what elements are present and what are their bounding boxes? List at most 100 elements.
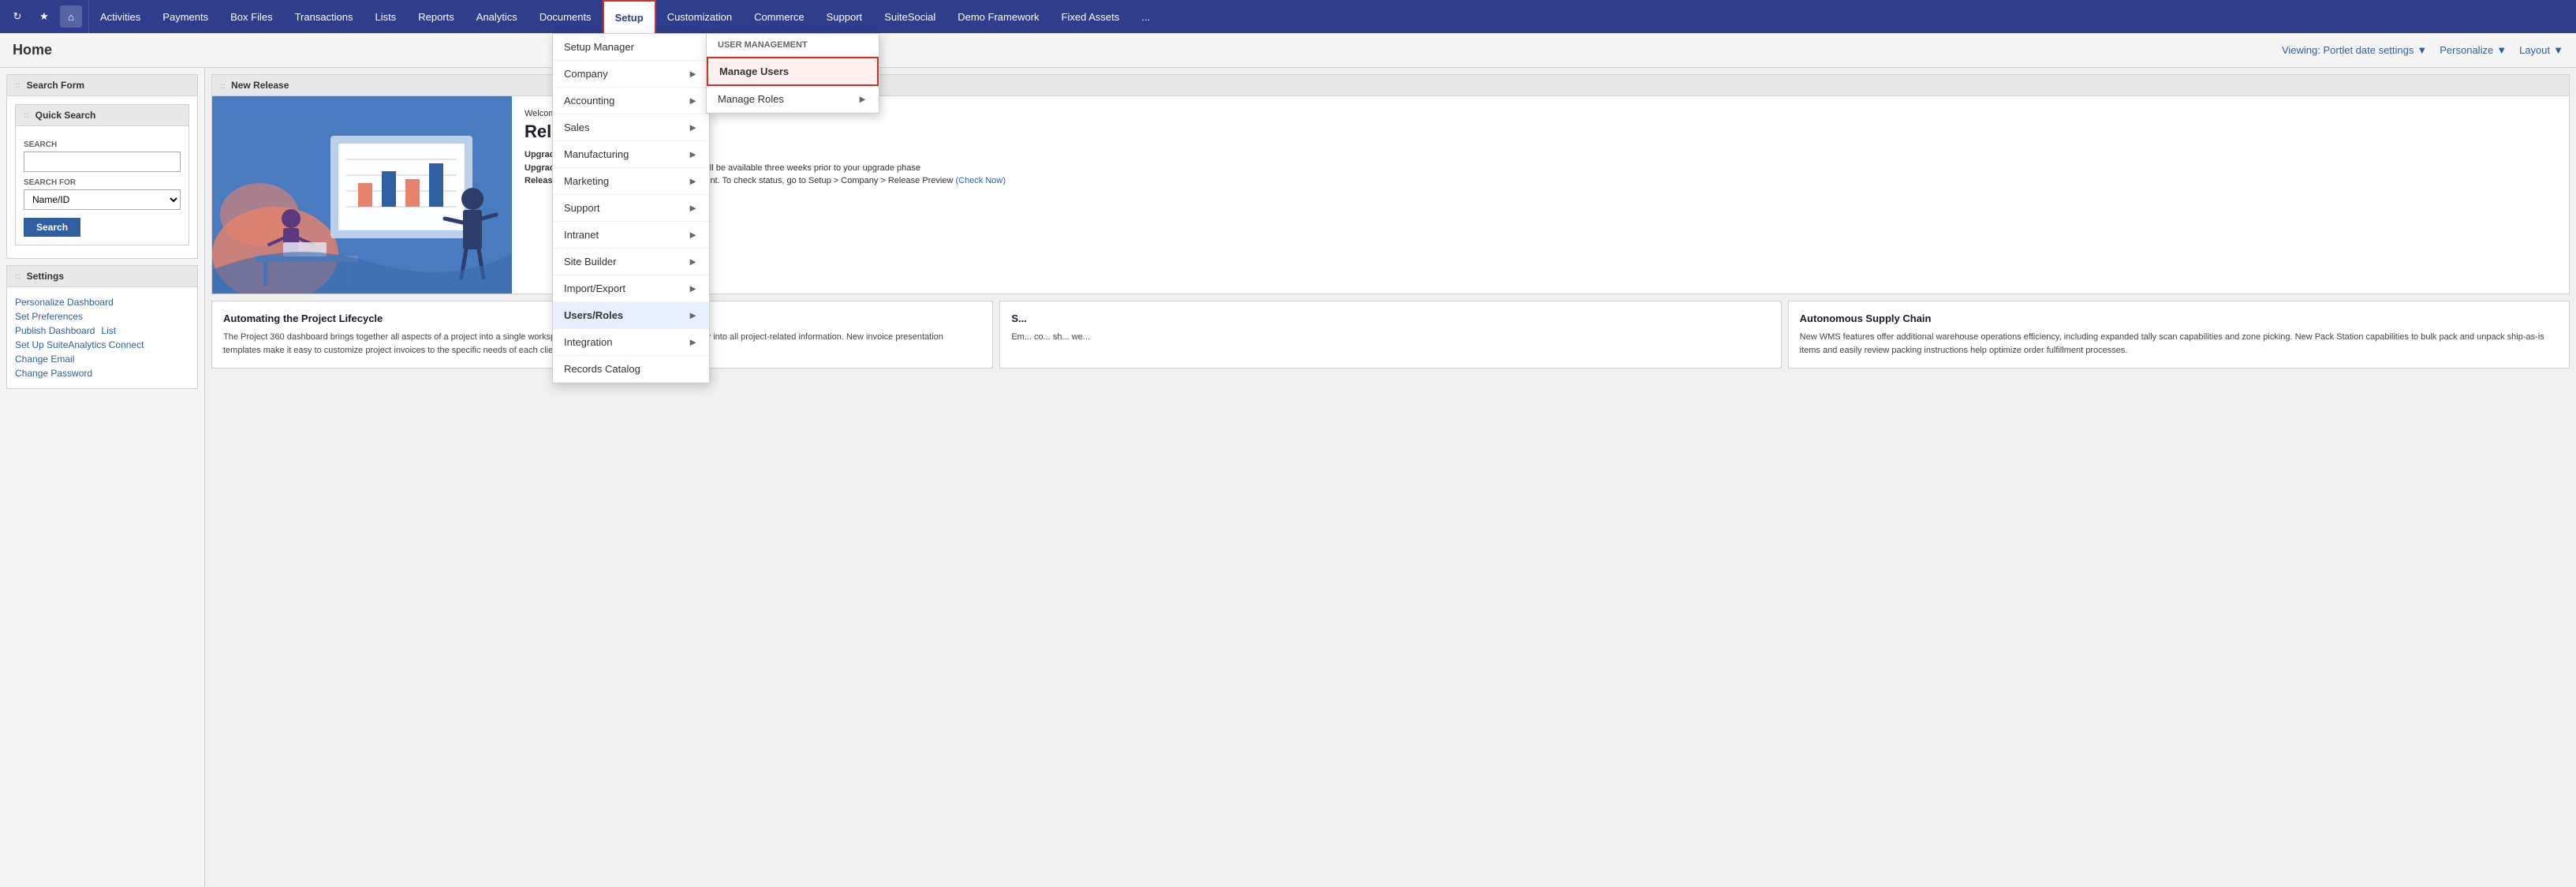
nav-support[interactable]: Support — [816, 0, 874, 33]
drag-handle-icon-3[interactable]: :: — [15, 272, 21, 281]
dropdown-item-intranet[interactable]: Intranet ► — [553, 222, 709, 249]
arrow-icon: ► — [688, 175, 698, 187]
check-now-link[interactable]: (Check Now) — [955, 176, 1006, 185]
nav-lists[interactable]: Lists — [364, 0, 408, 33]
bottom-card-2: S... Em... co... sh... we... — [999, 301, 1781, 369]
subheader-actions: Viewing: Portlet date settings ▼ Persona… — [2282, 44, 2563, 56]
quick-search-header: :: Quick Search — [16, 105, 189, 126]
page-title: Home — [13, 42, 2282, 58]
quick-search-body: SEARCH SEARCH FOR Name/ID Email Phone Se… — [16, 126, 189, 245]
release-illustration — [212, 96, 512, 294]
settings-link-email[interactable]: Change Email — [15, 352, 189, 366]
nav-box-files[interactable]: Box Files — [219, 0, 283, 33]
nav-analytics[interactable]: Analytics — [465, 0, 528, 33]
settings-link-publish[interactable]: Publish Dashboard — [15, 324, 95, 338]
dropdown-item-company[interactable]: Company ► — [553, 61, 709, 88]
settings-portlet: :: Settings Personalize Dashboard Set Pr… — [6, 265, 198, 389]
search-form-portlet-header: :: Search Form — [7, 75, 197, 96]
arrow-icon: ► — [688, 95, 698, 107]
nav-documents[interactable]: Documents — [528, 0, 603, 33]
arrow-icon: ► — [688, 256, 698, 268]
arrow-icon: ► — [688, 336, 698, 348]
bottom-card-2-title: S... — [1011, 313, 1769, 324]
arrow-icon: ► — [688, 148, 698, 160]
submenu-header: USER MANAGEMENT — [707, 34, 879, 57]
search-form-body: :: Quick Search SEARCH SEARCH FOR Name/I… — [7, 96, 197, 258]
dropdown-item-users-roles[interactable]: Users/Roles ► — [553, 302, 709, 329]
main-layout: :: Search Form :: Quick Search SEARCH SE… — [0, 68, 2576, 887]
layout-action[interactable]: Layout ▼ — [2519, 44, 2563, 56]
dropdown-item-records-catalog[interactable]: Records Catalog — [553, 356, 709, 383]
new-release-title: New Release — [231, 80, 289, 91]
bottom-card-3-title: Autonomous Supply Chain — [1800, 313, 2558, 324]
quick-search-portlet: :: Quick Search SEARCH SEARCH FOR Name/I… — [15, 104, 189, 245]
search-input[interactable] — [24, 152, 181, 172]
drag-handle-icon-2[interactable]: :: — [24, 111, 29, 120]
settings-link-analytics[interactable]: Set Up SuiteAnalytics Connect — [15, 338, 189, 352]
home-icon[interactable]: ⌂ — [60, 6, 82, 28]
nav-commerce[interactable]: Commerce — [743, 0, 816, 33]
subheader: Home Viewing: Portlet date settings ▼ Pe… — [0, 33, 2576, 68]
search-label: SEARCH — [24, 140, 181, 149]
settings-portlet-header: :: Settings — [7, 266, 197, 287]
dropdown-item-sales[interactable]: Sales ► — [553, 114, 709, 141]
dropdown-item-site-builder[interactable]: Site Builder ► — [553, 249, 709, 275]
nav-reports[interactable]: Reports — [407, 0, 465, 33]
arrow-icon: ► — [688, 309, 698, 321]
nav-setup[interactable]: Setup — [603, 0, 656, 33]
nav-items-list: Activities Payments Box Files Transactio… — [89, 0, 2576, 33]
search-for-select[interactable]: Name/ID Email Phone — [24, 189, 181, 210]
arrow-icon: ► — [688, 283, 698, 294]
settings-body: Personalize Dashboard Set Preferences Pu… — [7, 287, 197, 388]
bottom-card-3-body: New WMS features offer additional wareho… — [1800, 331, 2558, 357]
dropdown-item-integration[interactable]: Integration ► — [553, 329, 709, 356]
bottom-card-2-body: Em... co... sh... we... — [1011, 331, 1769, 344]
search-form-title: Search Form — [27, 80, 84, 91]
setup-dropdown: Setup Manager Company ► Accounting ► Sal… — [552, 33, 710, 384]
dropdown-item-setup-manager[interactable]: Setup Manager — [553, 34, 709, 61]
personalize-action[interactable]: Personalize ▼ — [2440, 44, 2507, 56]
settings-link-personalize[interactable]: Personalize Dashboard — [15, 295, 189, 309]
nav-payments[interactable]: Payments — [151, 0, 219, 33]
nav-more[interactable]: ... — [1130, 0, 1161, 33]
arrow-icon: ► — [688, 202, 698, 214]
sidebar: :: Search Form :: Quick Search SEARCH SE… — [0, 68, 205, 887]
dropdown-item-marketing[interactable]: Marketing ► — [553, 168, 709, 195]
settings-link-password[interactable]: Change Password — [15, 366, 189, 380]
quick-search-title: Quick Search — [35, 110, 96, 121]
dropdown-item-support[interactable]: Support ► — [553, 195, 709, 222]
nav-demo-framework[interactable]: Demo Framework — [946, 0, 1050, 33]
drag-handle-icon[interactable]: :: — [15, 81, 21, 90]
arrow-icon: ► — [688, 68, 698, 80]
search-form-portlet: :: Search Form :: Quick Search SEARCH SE… — [6, 74, 198, 259]
dropdown-item-manufacturing[interactable]: Manufacturing ► — [553, 141, 709, 168]
bottom-card-3: Autonomous Supply Chain New WMS features… — [1788, 301, 2570, 369]
release-info: Welcome to Release 2022.1 Upgrade Phase:… — [512, 96, 2569, 294]
nav-suitesocial[interactable]: SuiteSocial — [873, 0, 946, 33]
settings-link-preferences[interactable]: Set Preferences — [15, 309, 189, 324]
drag-handle-icon-4[interactable]: :: — [220, 82, 226, 91]
dropdown-item-import-export[interactable]: Import/Export ► — [553, 275, 709, 302]
search-for-label: SEARCH FOR — [24, 178, 181, 187]
settings-link-publish-list[interactable]: List — [101, 325, 116, 336]
arrow-icon: ► — [688, 122, 698, 133]
search-button[interactable]: Search — [24, 218, 80, 237]
nav-activities[interactable]: Activities — [89, 0, 151, 33]
nav-transactions[interactable]: Transactions — [284, 0, 364, 33]
nav-fixed-assets[interactable]: Fixed Assets — [1051, 0, 1131, 33]
arrow-icon: ► — [688, 229, 698, 241]
users-roles-submenu: USER MANAGEMENT Manage Users Manage Role… — [706, 33, 879, 114]
nav-customization[interactable]: Customization — [656, 0, 743, 33]
dropdown-item-accounting[interactable]: Accounting ► — [553, 88, 709, 114]
history-icon[interactable]: ↻ — [6, 6, 28, 28]
submenu-manage-users[interactable]: Manage Users — [707, 57, 879, 86]
top-navigation: ↻ ★ ⌂ Activities Payments Box Files Tran… — [0, 0, 2576, 33]
release-version: Release 2022.1 — [525, 122, 2556, 142]
release-details: Upgrade Phase: 2022.1 - Lagging Phase Up… — [525, 148, 2556, 188]
arrow-icon: ► — [857, 93, 868, 105]
favorites-icon[interactable]: ★ — [33, 6, 55, 28]
nav-icon-group: ↻ ★ ⌂ — [0, 0, 89, 33]
viewing-portlet-action[interactable]: Viewing: Portlet date settings ▼ — [2282, 44, 2427, 56]
settings-title: Settings — [27, 271, 64, 282]
submenu-manage-roles[interactable]: Manage Roles ► — [707, 86, 879, 113]
